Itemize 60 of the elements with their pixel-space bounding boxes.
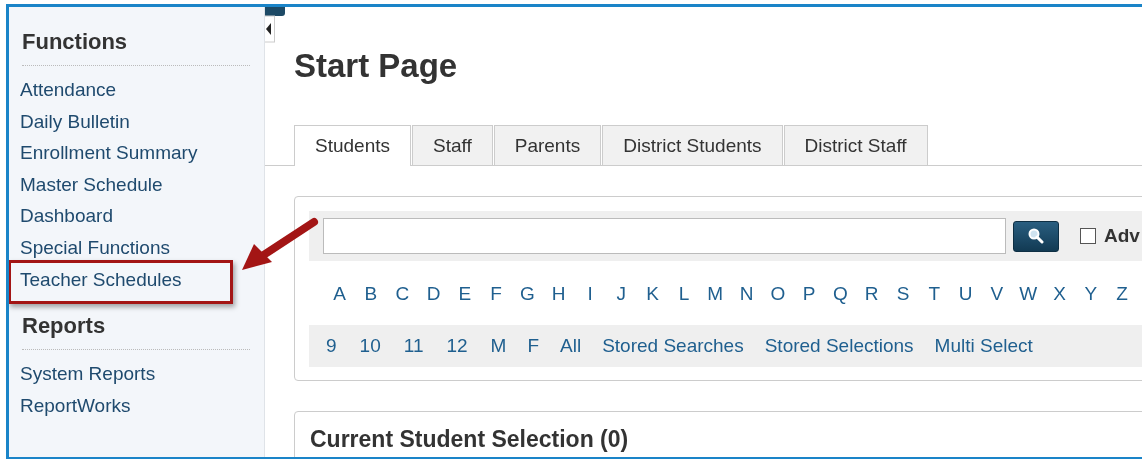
tab[interactable]: Parents bbox=[493, 125, 602, 165]
tab[interactable]: District Students bbox=[602, 125, 783, 165]
letter-link[interactable]: V bbox=[990, 283, 1004, 305]
filter-link[interactable]: 11 bbox=[403, 335, 424, 357]
letter-link[interactable]: U bbox=[958, 283, 973, 305]
letter-link[interactable]: H bbox=[551, 283, 566, 305]
search-field[interactable] bbox=[323, 218, 1006, 254]
tab[interactable]: District Staff bbox=[783, 125, 928, 165]
filter-link[interactable]: F bbox=[527, 335, 540, 357]
letter-link[interactable]: P bbox=[802, 283, 816, 305]
filter-link[interactable]: Stored Selections bbox=[764, 335, 914, 357]
letter-link[interactable]: J bbox=[616, 283, 627, 305]
letter-link[interactable]: Z bbox=[1116, 283, 1128, 305]
sidebar-link[interactable]: Special Functions bbox=[20, 236, 170, 258]
letter-link[interactable]: R bbox=[864, 283, 879, 305]
letter-link[interactable]: W bbox=[1019, 283, 1038, 305]
letter-link[interactable]: X bbox=[1053, 283, 1066, 305]
checkbox[interactable] bbox=[1080, 228, 1096, 244]
letter-link[interactable]: Y bbox=[1084, 283, 1098, 305]
page-title: Start Page bbox=[294, 47, 459, 86]
search-icon bbox=[1028, 228, 1044, 244]
sidebar-link[interactable]: Attendance bbox=[20, 79, 117, 100]
letter-link[interactable]: D bbox=[426, 283, 441, 305]
letter-link[interactable]: N bbox=[739, 283, 754, 305]
letter-link[interactable]: F bbox=[490, 283, 502, 305]
sidebar-link[interactable]: Dashboard bbox=[20, 205, 113, 227]
sidebar-link[interactable]: System Reports bbox=[20, 363, 156, 385]
filter-link[interactable]: 12 bbox=[446, 335, 468, 357]
sidebar-link[interactable]: Daily Bulletin bbox=[20, 110, 130, 132]
filter-link[interactable]: 9 bbox=[326, 335, 337, 357]
letter-link[interactable]: Q bbox=[833, 283, 848, 305]
sidebar-link[interactable]: Teacher Schedules bbox=[20, 268, 182, 290]
checkbox-label: Adv bbox=[1104, 225, 1140, 247]
letter-link[interactable]: I bbox=[587, 283, 593, 305]
sidebar-link[interactable]: Master Schedule bbox=[20, 173, 163, 195]
letter-link[interactable]: C bbox=[395, 283, 410, 305]
filter-link[interactable]: M bbox=[490, 335, 507, 357]
panel-title: Current Student Selection (0) bbox=[310, 426, 630, 453]
letter-link[interactable]: O bbox=[770, 283, 786, 305]
letter-link[interactable]: L bbox=[678, 283, 690, 305]
letter-link[interactable]: G bbox=[520, 283, 535, 305]
tab[interactable]: Staff bbox=[412, 125, 493, 165]
filter-link[interactable]: Stored Searches bbox=[602, 335, 744, 357]
filter-link[interactable]: All bbox=[560, 335, 582, 357]
search-button[interactable] bbox=[1013, 220, 1059, 252]
letter-link[interactable]: S bbox=[896, 283, 910, 305]
filter-link[interactable]: 10 bbox=[359, 335, 381, 357]
tab[interactable]: Students bbox=[294, 125, 411, 166]
letter-link[interactable]: M bbox=[707, 283, 724, 305]
section-heading: Functions bbox=[22, 29, 250, 66]
collapse-toggle[interactable] bbox=[263, 7, 287, 46]
letter-link[interactable]: E bbox=[458, 283, 472, 305]
section-heading: Reports bbox=[22, 313, 250, 351]
letter-link[interactable]: A bbox=[333, 283, 346, 305]
filter-link[interactable]: Multi Select bbox=[934, 335, 1033, 357]
letter-link[interactable]: K bbox=[646, 283, 659, 305]
sidebar-link[interactable]: Enrollment Summary bbox=[20, 142, 198, 164]
letter-link[interactable]: T bbox=[928, 283, 941, 305]
sidebar-link[interactable]: ReportWorks bbox=[20, 394, 131, 416]
letter-link[interactable]: B bbox=[364, 283, 378, 305]
